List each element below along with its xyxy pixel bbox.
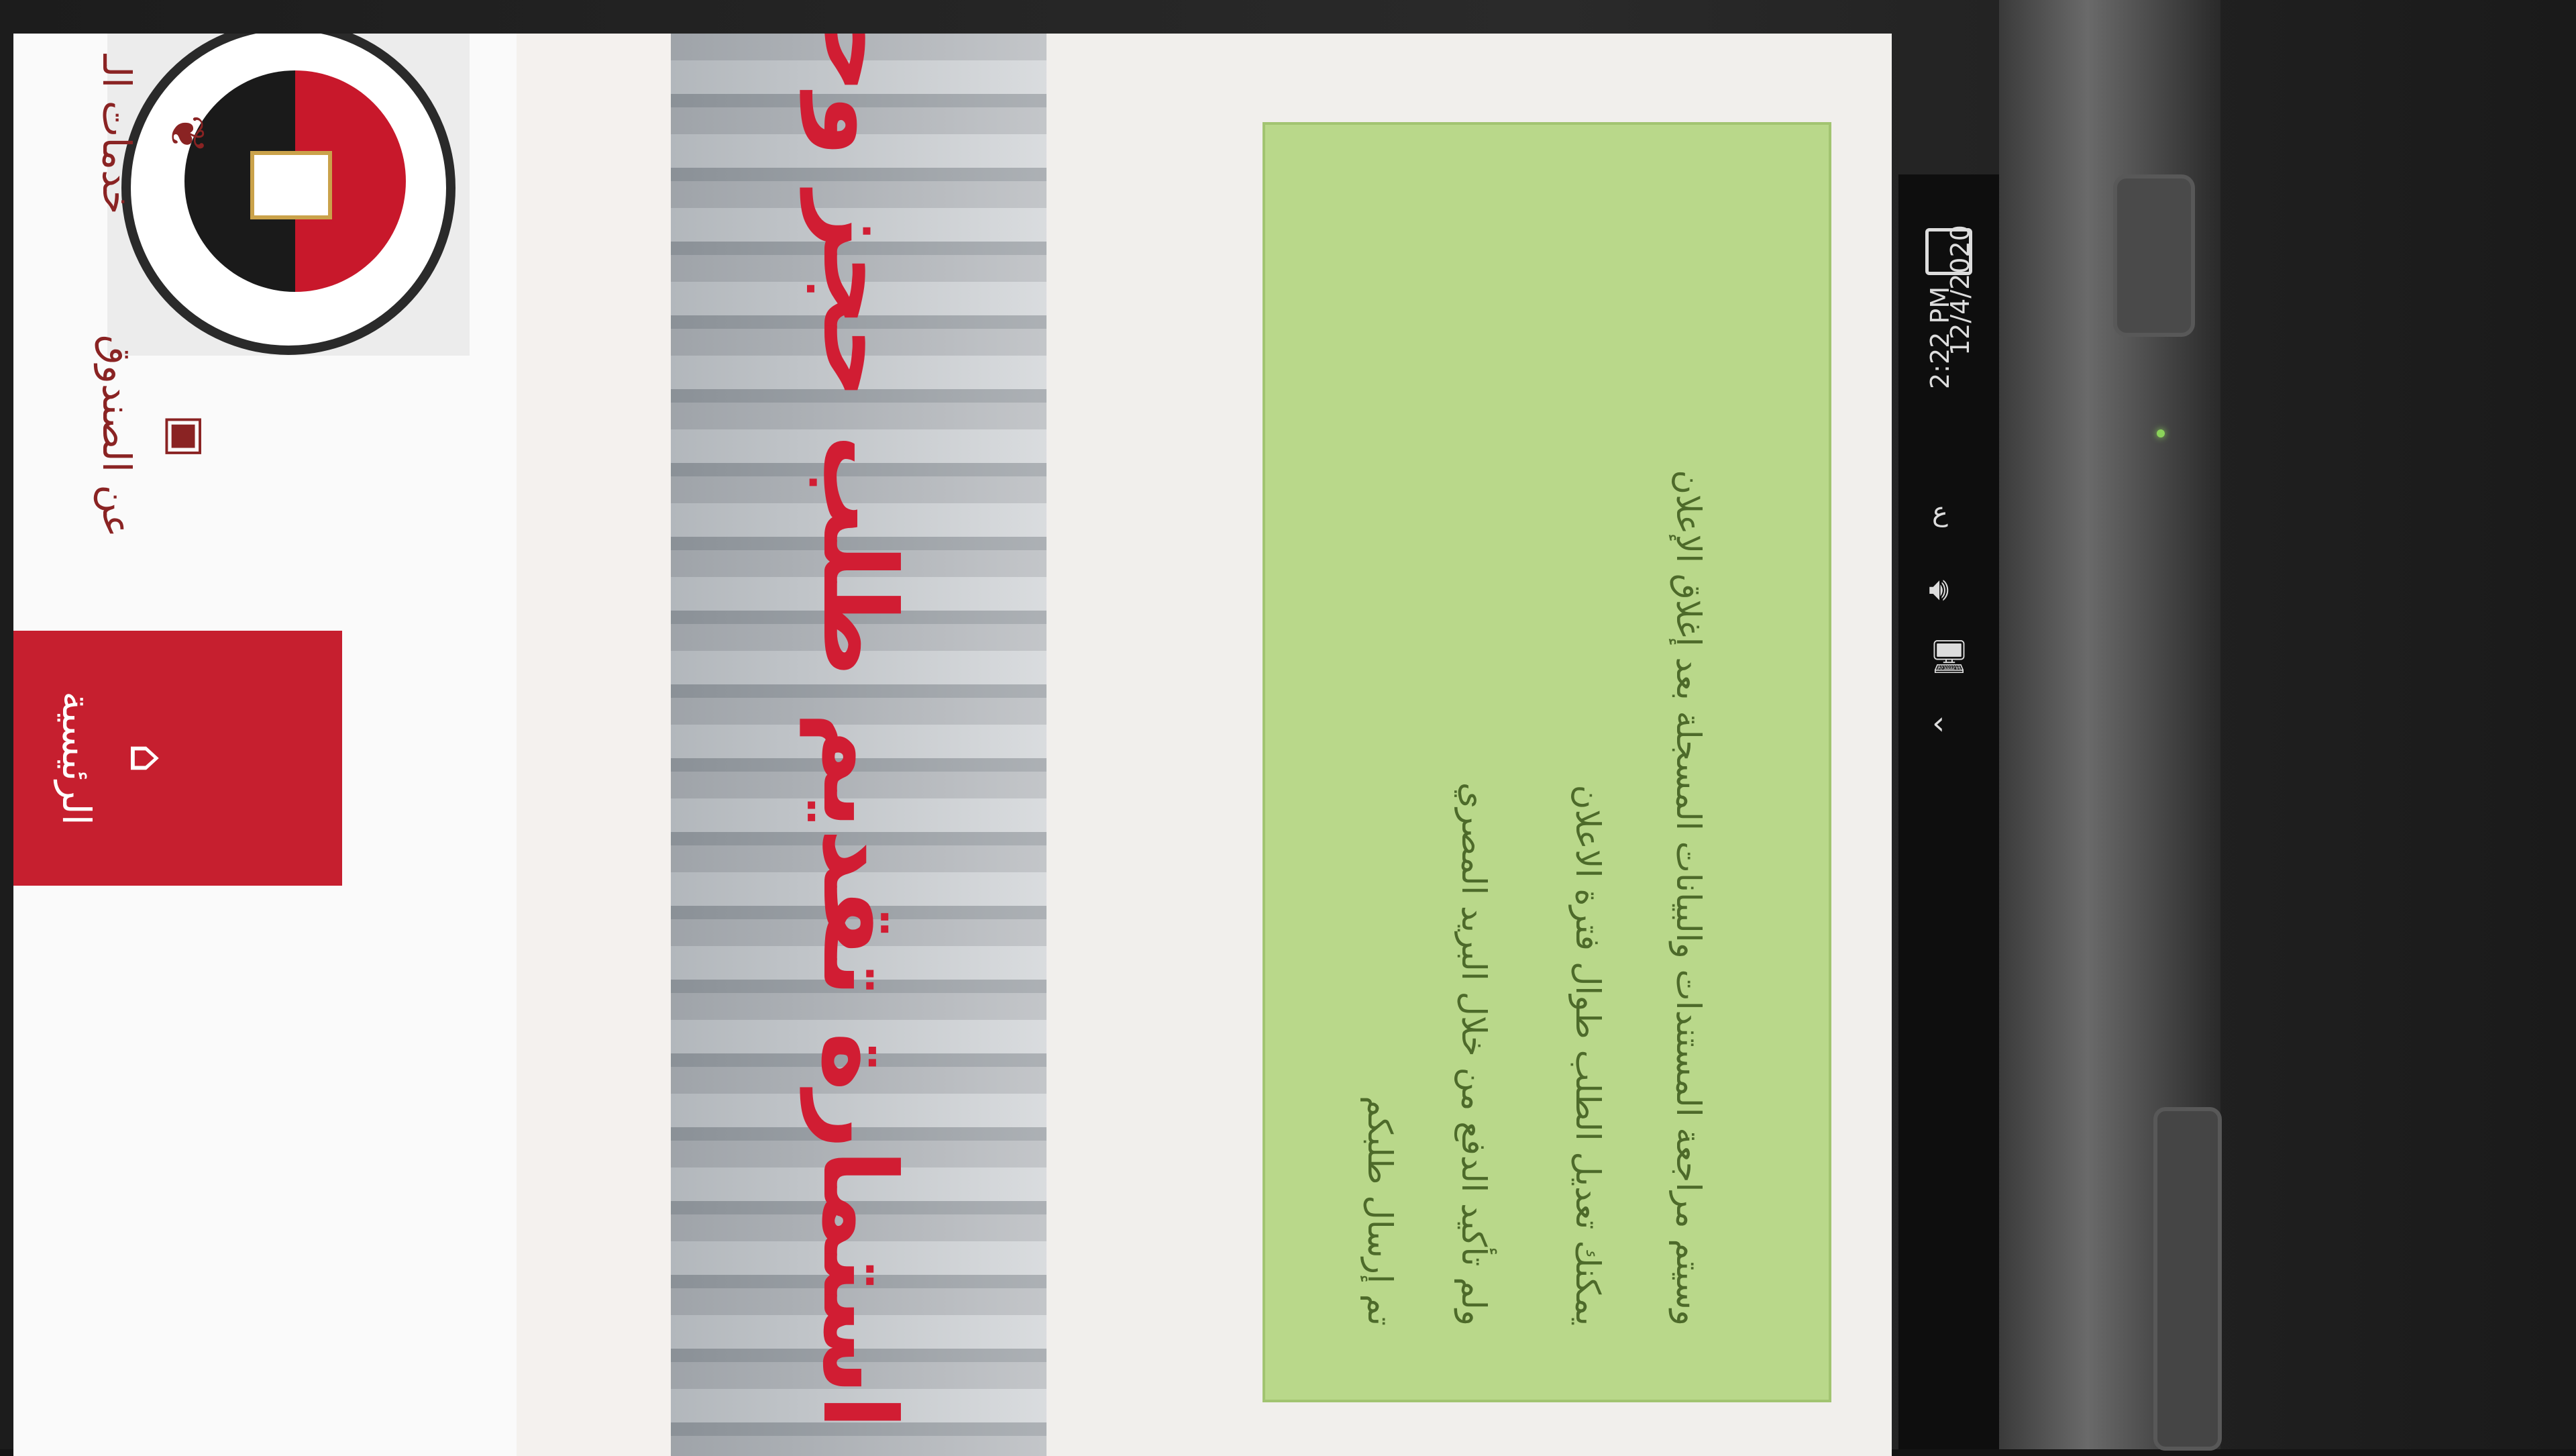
language-indicator[interactable]: ع — [1932, 497, 1948, 527]
laptop-hinge — [2153, 1107, 2222, 1451]
main-nav: ⌂ الرئيسية ▣ عن الصندوق ❦ خدمات الـ — [13, 34, 342, 1456]
chevron-up-icon[interactable]: ‹ — [1932, 705, 1945, 742]
message-line: يمكنك تعديل الطلب طوال فترة الاعلان — [1568, 784, 1607, 1326]
nav-label: الرئيسية — [54, 691, 99, 825]
page-title: استمارة تقديم طلب حجز وحدة — [800, 34, 917, 1429]
message-line: وسيتم مراجعة المستندات والبيانات المسجلة… — [1669, 470, 1708, 1326]
browser-viewport: تم إرسال طلبكم ولم تأكيد الدفع من خلال ا… — [13, 34, 1892, 1456]
success-message-box: تم إرسال طلبكم ولم تأكيد الدفع من خلال ا… — [1263, 122, 1831, 1402]
info-icon: ▣ — [160, 413, 215, 459]
message-line: تم إرسال طلبكم — [1360, 1096, 1399, 1326]
nav-item-about[interactable]: ▣ عن الصندوق — [13, 289, 356, 584]
message-line: ولم تأكيد الدفع من خلال البريد المصري — [1454, 782, 1493, 1326]
laptop-hinge — [2113, 174, 2195, 337]
power-led — [2157, 429, 2165, 437]
screen: تم إرسال طلبكم ولم تأكيد الدفع من خلال ا… — [13, 34, 1892, 1456]
nav-label: عن الصندوق — [94, 334, 140, 538]
content-area: تم إرسال طلبكم ولم تأكيد الدفع من خلال ا… — [1046, 34, 1892, 1456]
home-icon: ⌂ — [119, 743, 174, 774]
network-icon[interactable]: 🖥︎ — [1929, 637, 1970, 676]
nav-item-home[interactable]: ⌂ الرئيسية — [13, 631, 342, 886]
nav-item-services[interactable]: ❦ خدمات الـ — [13, 34, 356, 235]
windows-taskbar: 2:22 PM 12/4/2020 ع 🔊︎ 🖥︎ ‹ — [1898, 174, 1999, 1449]
nav-label: خدمات الـ — [94, 54, 140, 215]
page-banner: استمارة تقديم طلب حجز وحدة — [671, 34, 1046, 1456]
volume-icon[interactable]: 🔊︎ — [1929, 570, 1949, 609]
taskbar-date[interactable]: 12/4/2020 — [1945, 208, 1979, 356]
leaf-icon: ❦ — [160, 114, 215, 154]
site-header: ⌂ الرئيسية ▣ عن الصندوق ❦ خدمات الـ — [13, 34, 517, 1456]
